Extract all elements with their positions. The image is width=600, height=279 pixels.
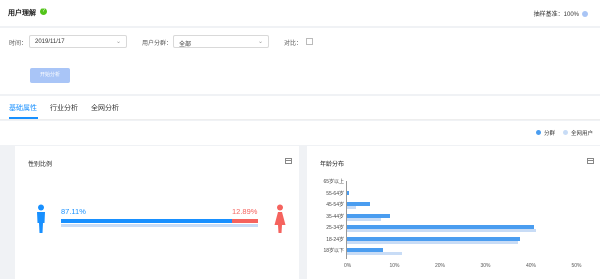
all-users-bar[interactable] xyxy=(347,206,357,209)
x-tick-label: 0% xyxy=(344,263,352,269)
all-users-bar[interactable] xyxy=(347,240,518,244)
y-tick-label: 25-34岁 xyxy=(326,225,344,231)
date-picker[interactable]: 2019/11/17 ⌄ xyxy=(29,35,127,48)
table-view-icon[interactable] xyxy=(285,158,292,164)
chevron-down-icon: ⌄ xyxy=(257,39,263,45)
sampling-indicator: 抽样基准：100% xyxy=(534,9,588,18)
female-percentage: 12.89% xyxy=(232,207,258,216)
y-tick-label: 55-64岁 xyxy=(326,190,344,197)
y-tick-label: 18岁以下 xyxy=(323,248,344,254)
tab-bar: 基础属性 行业分析 全网分析 xyxy=(0,96,600,120)
tab-industry-analysis[interactable]: 行业分析 xyxy=(50,103,78,113)
active-tab-indicator xyxy=(9,117,38,119)
male-icon xyxy=(37,204,45,233)
y-tick-label: 18-24岁 xyxy=(326,236,344,243)
male-percentage: 87.11% xyxy=(61,207,86,216)
all-users-gender-bar xyxy=(61,224,258,227)
user-group-select[interactable]: 全部 ⌄ xyxy=(173,35,269,48)
x-tick-label: 30% xyxy=(480,263,491,269)
tab-basic-attributes[interactable]: 基础属性 xyxy=(9,103,37,113)
legend: 分群 全网用户 xyxy=(0,121,600,145)
legend-all-users[interactable]: 全网用户 xyxy=(571,129,593,137)
x-tick-label: 10% xyxy=(389,263,400,269)
y-axis-line xyxy=(346,181,347,259)
legend-group[interactable]: 分群 xyxy=(544,129,555,137)
x-tick-label: 40% xyxy=(526,263,537,269)
x-tick-label: 50% xyxy=(571,263,582,269)
x-tick-label: 20% xyxy=(435,263,446,269)
sampling-label: 抽样基准：100% xyxy=(533,12,579,18)
group-bar[interactable] xyxy=(347,190,350,195)
chevron-down-icon: ⌄ xyxy=(115,39,121,45)
sampling-status-icon[interactable] xyxy=(582,11,588,17)
age-card-title: 年龄分布 xyxy=(320,162,345,168)
all-users-bar[interactable] xyxy=(347,217,382,221)
y-tick-label: 45-54岁 xyxy=(326,202,344,208)
top-bar: 用户理解 ? 抽样基准：100% xyxy=(0,0,600,26)
start-analysis-button[interactable]: 开始分析 xyxy=(30,68,70,83)
female-icon xyxy=(274,204,286,233)
time-label: 时间： xyxy=(9,41,28,47)
table-view-icon[interactable] xyxy=(587,158,594,164)
compare-checkbox[interactable] xyxy=(306,38,313,45)
date-value: 2019/11/17 xyxy=(35,39,65,45)
page-title: 用户理解 xyxy=(8,10,36,17)
question-circle-icon[interactable]: ? xyxy=(40,8,47,15)
all-users-legend-dot xyxy=(563,130,568,135)
y-tick-label: 35-44岁 xyxy=(326,213,344,220)
user-group-value: 全部 xyxy=(179,42,192,48)
user-group-label: 用户分群： xyxy=(142,41,173,47)
group-legend-dot xyxy=(536,130,541,135)
tab-network-analysis[interactable]: 全网分析 xyxy=(91,103,119,113)
all-users-bar[interactable] xyxy=(347,252,402,255)
all-users-bar[interactable] xyxy=(347,229,536,232)
male-bar xyxy=(61,219,258,223)
age-distribution-card: 年龄分布 xyxy=(307,146,600,279)
female-bar xyxy=(232,219,258,223)
gender-card-title: 性别比例 xyxy=(28,162,53,168)
compare-label: 对比： xyxy=(284,41,303,47)
filter-panel: 时间： 2019/11/17 ⌄ 用户分群： 全部 ⌄ 对比： 开始分析 xyxy=(0,28,600,94)
y-tick-label: 65岁以上 xyxy=(323,179,344,185)
gender-ratio-card: 性别比例 87.11% 12.89% xyxy=(15,146,299,279)
